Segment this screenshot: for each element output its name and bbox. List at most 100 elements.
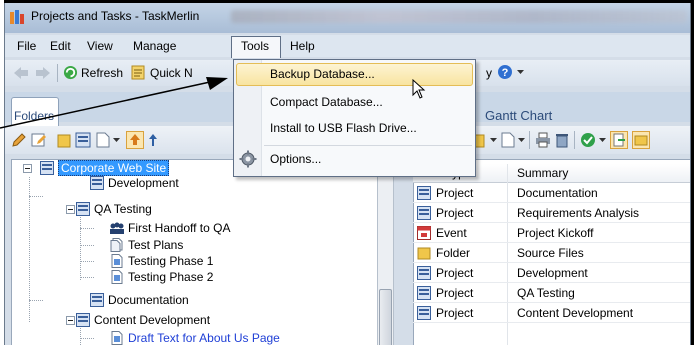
chevron-down-icon[interactable] [490, 138, 497, 143]
list-cell-type: Event [436, 226, 467, 240]
menu-help[interactable]: Help [290, 39, 315, 53]
list-row[interactable]: Project Requirements Analysis [413, 203, 690, 223]
tree-item-label: Corporate Web Site [58, 160, 170, 176]
tree-item-testing-phase-2[interactable]: Testing Phase 2 [110, 269, 213, 285]
collapse-toggle[interactable] [23, 164, 32, 173]
tree-item-content-development[interactable]: Content Development [76, 312, 210, 328]
menu-separator [264, 145, 472, 146]
tree-item-label: Testing Phase 1 [128, 254, 214, 268]
list-row[interactable]: Event Project Kickoff [413, 223, 690, 243]
new-document-icon[interactable] [501, 132, 515, 148]
menu-view[interactable]: View [87, 39, 113, 53]
tree-item-corporate-web-site[interactable]: Corporate Web Site [40, 160, 170, 176]
toolbar-separator [574, 131, 575, 149]
new-project-icon[interactable] [75, 132, 91, 148]
menu-item-backup-database[interactable]: Backup Database... [270, 67, 375, 81]
list-cell-summary: Content Development [517, 306, 634, 320]
project-icon [417, 286, 431, 300]
chevron-down-icon[interactable] [599, 138, 606, 143]
tree-item-first-handoff[interactable]: First Handoff to QA [110, 220, 231, 236]
chevron-down-icon[interactable] [113, 138, 120, 143]
help-icon[interactable]: ? [497, 64, 513, 80]
column-header-summary[interactable]: Summary [517, 166, 568, 180]
menu-edit[interactable]: Edit [50, 39, 71, 53]
toolbar-separator [57, 64, 58, 82]
document-icon [111, 270, 123, 284]
pencil-icon[interactable] [11, 132, 27, 148]
list-row[interactable]: Project Documentation [413, 183, 690, 203]
tree-item-documentation[interactable]: Documentation [90, 292, 189, 308]
tab-gantt-chart[interactable]: Gantt Chart [485, 108, 552, 123]
menu-bar: File Edit View Manage Tools Help [5, 35, 690, 58]
app-logo-icon [10, 10, 24, 24]
refresh-button[interactable]: Refresh [81, 66, 123, 80]
tree-connector [80, 261, 94, 262]
tree-connector [80, 212, 81, 280]
delete-icon[interactable] [555, 132, 569, 148]
list-cell-type: Project [436, 186, 474, 200]
folder-new-icon[interactable] [57, 132, 71, 148]
tree-scrollbar-thumb[interactable] [379, 289, 392, 345]
collapse-toggle[interactable] [66, 316, 75, 325]
gear-icon [239, 150, 257, 168]
tree-connector [29, 196, 43, 197]
arrow-up-icon[interactable] [148, 133, 158, 147]
chevron-down-icon[interactable] [518, 138, 525, 143]
screenshot: Projects and Tasks - TaskMerlin File Edi… [0, 0, 694, 345]
tree-item-qa-testing[interactable]: QA Testing [76, 201, 152, 217]
menu-item-compact-database[interactable]: Compact Database... [270, 95, 383, 109]
list-row[interactable]: Project Content Development [413, 303, 690, 323]
screenshot-frame-top [4, 0, 694, 3]
menu-manage[interactable]: Manage [133, 39, 176, 53]
list-cell-summary: Development [517, 266, 588, 280]
new-document-icon[interactable] [96, 132, 110, 148]
back-arrow-icon[interactable] [13, 66, 29, 80]
menu-item-options[interactable]: Options... [270, 152, 321, 166]
list-row[interactable]: Folder Source Files [413, 243, 690, 263]
project-icon [417, 266, 431, 280]
list-row[interactable]: Project Development [413, 263, 690, 283]
quick-note-button[interactable]: Quick N [150, 66, 193, 80]
move-up-icon[interactable] [126, 131, 144, 149]
svg-text:?: ? [502, 67, 509, 79]
list-cell-summary: Documentation [517, 186, 598, 200]
app-window: Projects and Tasks - TaskMerlin File Edi… [4, 0, 691, 345]
project-icon [40, 161, 54, 175]
print-icon[interactable] [535, 132, 551, 148]
collapse-toggle[interactable] [66, 205, 75, 214]
tree-item-label: Test Plans [128, 238, 184, 252]
menu-file[interactable]: File [17, 39, 36, 53]
tree-connector [80, 228, 94, 229]
tab-folders-label: Folders [14, 109, 55, 123]
list-row[interactable]: Project QA Testing [413, 283, 690, 303]
list-cell-summary: Requirements Analysis [517, 206, 640, 220]
title-bar[interactable]: Projects and Tasks - TaskMerlin [5, 0, 690, 33]
tree-item-label: QA Testing [94, 202, 152, 216]
tree-item-test-plans[interactable]: Test Plans [110, 237, 183, 253]
project-icon [90, 293, 104, 307]
tree-item-label: Content Development [94, 313, 211, 327]
project-icon [76, 313, 90, 327]
chevron-down-icon[interactable] [517, 70, 524, 75]
folders-tree[interactable]: Corporate Web Site Development QA Testin… [11, 159, 381, 345]
mouse-cursor-icon [412, 79, 426, 99]
project-icon [90, 176, 104, 190]
tree-item-development[interactable]: Development [90, 175, 179, 191]
edit-item-icon[interactable] [31, 132, 47, 148]
documents-icon [110, 238, 123, 252]
toolbar-separator [529, 131, 530, 149]
export-icon[interactable] [610, 131, 628, 149]
menu-item-install-usb[interactable]: Install to USB Flash Drive... [270, 121, 417, 135]
blurred-title-region [231, 10, 687, 23]
tree-item-label: Development [108, 176, 179, 190]
menu-tools[interactable]: Tools [241, 39, 269, 53]
tree-item-draft-text[interactable]: Draft Text for About Us Page [110, 330, 280, 345]
tab-folders[interactable]: Folders [11, 97, 59, 127]
open-folder-icon[interactable] [632, 131, 650, 149]
toolbar-partial-label[interactable]: y [486, 66, 492, 80]
tree-item-testing-phase-1[interactable]: Testing Phase 1 [110, 253, 213, 269]
tree-connector [29, 300, 43, 301]
forward-arrow-icon[interactable] [35, 66, 51, 80]
list-cell-summary: Source Files [517, 246, 584, 260]
checkmark-icon[interactable] [580, 132, 596, 148]
